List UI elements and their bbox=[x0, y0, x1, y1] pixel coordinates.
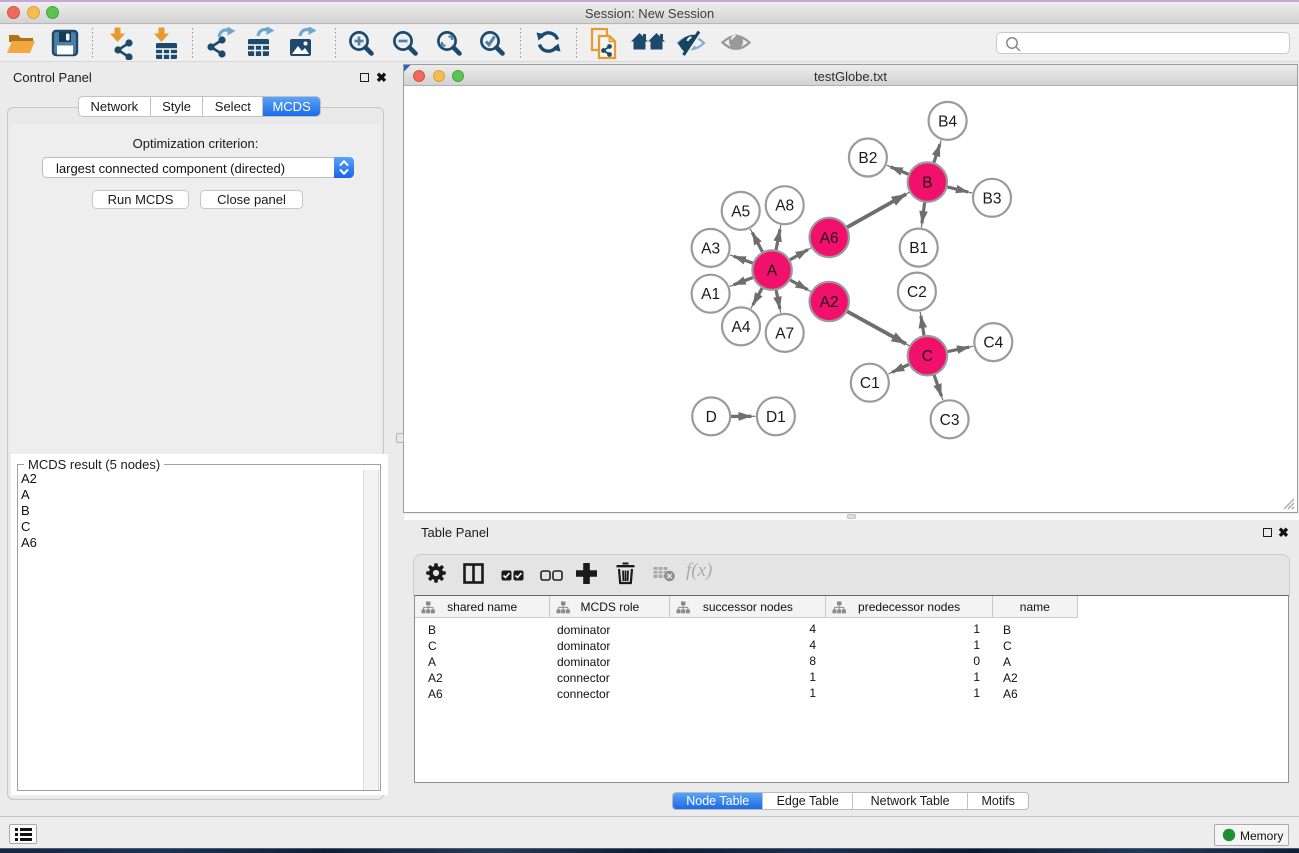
svg-text:C2: C2 bbox=[907, 284, 927, 301]
svg-text:C3: C3 bbox=[940, 412, 960, 429]
svg-text:A4: A4 bbox=[732, 319, 751, 336]
svg-text:A3: A3 bbox=[701, 240, 720, 257]
svg-text:B2: B2 bbox=[858, 150, 877, 167]
svg-text:B3: B3 bbox=[983, 190, 1002, 207]
svg-text:B4: B4 bbox=[938, 113, 957, 130]
svg-text:A1: A1 bbox=[701, 286, 720, 303]
svg-text:B1: B1 bbox=[909, 240, 928, 257]
svg-text:A: A bbox=[767, 263, 778, 280]
svg-text:A7: A7 bbox=[775, 325, 794, 342]
svg-text:B: B bbox=[922, 175, 932, 192]
svg-text:C1: C1 bbox=[860, 375, 880, 392]
svg-text:A2: A2 bbox=[820, 294, 839, 311]
svg-text:A8: A8 bbox=[775, 198, 794, 215]
svg-text:D1: D1 bbox=[766, 409, 786, 426]
svg-text:D: D bbox=[706, 409, 717, 426]
svg-text:A5: A5 bbox=[731, 203, 750, 220]
svg-text:A6: A6 bbox=[820, 230, 839, 247]
svg-text:C: C bbox=[922, 348, 933, 365]
svg-text:C4: C4 bbox=[983, 335, 1003, 352]
